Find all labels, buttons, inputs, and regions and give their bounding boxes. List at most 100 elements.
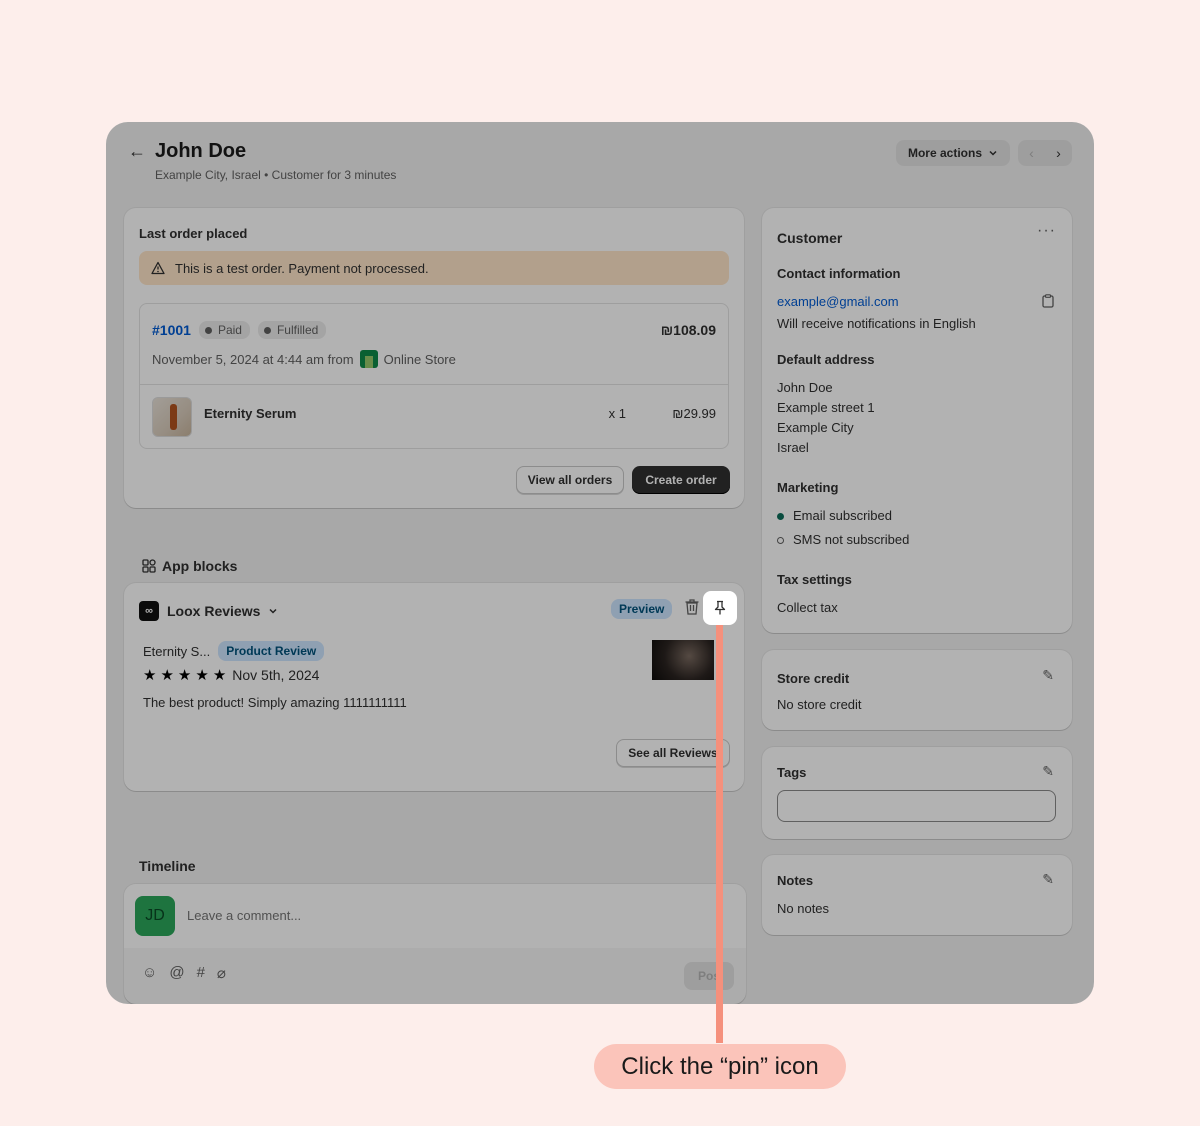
notes-card: Notes ✎ No notes [762, 855, 1072, 935]
notes-value: No notes [777, 901, 830, 916]
tags-card: Tags ✎ [762, 747, 1072, 839]
store-credit-value: No store credit [777, 697, 862, 712]
address-line: Example street 1 [777, 400, 875, 415]
order-total: ₪108.09 [660, 322, 716, 338]
marketing-title: Marketing [777, 480, 839, 495]
view-all-orders-button[interactable]: View all orders [516, 466, 624, 494]
subscribed-dot-icon [777, 513, 784, 520]
loox-logo-icon: ∞ [139, 601, 159, 621]
loox-reviews-block: ∞ Loox Reviews Preview Eternity S... Pro… [124, 583, 744, 791]
review-date: Nov 5th, 2024 [232, 667, 320, 683]
more-options-icon[interactable]: ··· [1037, 222, 1056, 240]
tags-input[interactable] [777, 790, 1056, 822]
loox-app-selector[interactable]: ∞ Loox Reviews [139, 601, 278, 621]
page-header: ← John Doe Example City, Israel • Custom… [128, 140, 1072, 190]
review-photo [652, 640, 714, 680]
last-order-title: Last order placed [139, 226, 248, 241]
see-all-reviews-button[interactable]: See all Reviews [616, 739, 730, 767]
previous-customer-icon[interactable]: ‹ [1018, 140, 1045, 166]
product-price: ₪29.99 [672, 406, 716, 421]
page-subtitle: Example City, Israel • Customer for 3 mi… [155, 168, 397, 182]
review-product: Eternity S... Product Review [143, 641, 325, 661]
email-marketing-status: Email subscribed [793, 508, 892, 523]
product-thumbnail [152, 397, 192, 437]
apps-icon [142, 559, 156, 573]
payment-status-badge: Paid [198, 321, 250, 339]
fulfillment-status-badge: Fulfilled [257, 321, 327, 339]
store-credit-card: Store credit ✎ No store credit [762, 650, 1072, 730]
more-actions-label: More actions [907, 146, 982, 160]
attachment-icon[interactable]: ⌀ [217, 964, 226, 982]
chevron-down-icon [269, 608, 277, 614]
review-product-name: Eternity S... [143, 643, 211, 659]
next-customer-icon[interactable]: › [1045, 140, 1072, 166]
fulfillment-status-label: Fulfilled [276, 323, 319, 337]
emoji-icon[interactable]: ☺ [142, 964, 157, 982]
back-arrow-icon[interactable]: ← [128, 142, 146, 160]
star-icon: ★ [177, 667, 192, 684]
test-order-banner: This is a test order. Payment not proces… [139, 251, 729, 285]
post-button[interactable]: Pos [684, 962, 734, 990]
sms-marketing-status: SMS not subscribed [793, 532, 910, 547]
warning-icon [151, 261, 165, 275]
address-line: Israel [777, 440, 809, 455]
customer-card: Customer ··· Contact information example… [762, 208, 1072, 633]
preview-badge: Preview [611, 599, 673, 619]
admin-window: ← John Doe Example City, Israel • Custom… [106, 122, 1094, 1004]
comment-tools: ☺ @ # ⌀ [142, 964, 226, 982]
contact-info-title: Contact information [777, 266, 901, 281]
last-order-card: Last order placed This is a test order. … [124, 208, 744, 508]
mention-icon[interactable]: @ [169, 964, 184, 982]
order-channel: Online Store [383, 351, 456, 367]
line-item: Eternity Serum x 1 ₪29.99 [152, 397, 716, 437]
star-rating: ★ ★ ★ ★ ★ Nov 5th, 2024 [143, 666, 319, 684]
app-name: Loox Reviews [167, 603, 261, 619]
callout-connector [716, 625, 723, 1043]
edit-pencil-icon[interactable]: ✎ [1042, 871, 1054, 888]
star-icon: ★ [143, 667, 157, 684]
store-credit-title: Store credit [777, 671, 850, 686]
default-address-title: Default address [777, 352, 875, 367]
page-title: John Doe [155, 140, 247, 162]
payment-status-label: Paid [217, 323, 242, 337]
more-actions-button[interactable]: More actions [895, 140, 1010, 166]
app-blocks-label: App blocks [162, 558, 238, 574]
address-line: John Doe [777, 380, 833, 395]
online-store-icon [359, 350, 378, 368]
review-type-badge: Product Review [218, 641, 325, 661]
customer-title: Customer [777, 230, 843, 246]
edit-pencil-icon[interactable]: ✎ [1042, 667, 1054, 684]
comment-input[interactable] [187, 908, 587, 923]
app-blocks-heading: App blocks [142, 558, 237, 574]
notes-title: Notes [777, 873, 814, 888]
not-subscribed-dot-icon [777, 537, 784, 544]
address-line: Example City [777, 420, 854, 435]
review-text: The best product! Simply amazing 1111111… [143, 695, 407, 710]
create-order-button[interactable]: Create order [632, 466, 730, 494]
product-quantity: x 1 [608, 406, 626, 421]
edit-pencil-icon[interactable]: ✎ [1042, 763, 1054, 780]
order-date: November 5, 2024 at 4:44 am from [152, 351, 354, 367]
tax-settings-title: Tax settings [777, 572, 852, 587]
star-icon: ★ [160, 667, 174, 684]
hashtag-icon[interactable]: # [197, 964, 205, 982]
email-link[interactable]: example@gmail.com [777, 294, 899, 309]
instruction-callout: Click the “pin” icon [594, 1044, 846, 1089]
copy-clipboard-icon[interactable] [1042, 294, 1054, 308]
order-number-link[interactable]: #1001 [152, 322, 191, 338]
product-name: Eternity Serum [204, 406, 297, 421]
customer-pager: ‹ › [1018, 140, 1072, 166]
chevron-down-icon [989, 150, 997, 156]
trash-icon[interactable] [684, 598, 700, 616]
star-icon: ★ [212, 667, 227, 684]
timeline-composer: JD ☺ @ # ⌀ Pos [124, 884, 746, 1004]
order-summary: #1001 Paid Fulfilled ₪108.09 November 5,… [139, 303, 729, 449]
tax-settings-value: Collect tax [777, 600, 838, 615]
pin-button[interactable] [703, 591, 737, 625]
timeline-heading: Timeline [139, 858, 196, 874]
avatar: JD [135, 896, 175, 936]
tags-title: Tags [777, 765, 807, 780]
pin-icon [714, 600, 726, 615]
notification-language: Will receive notifications in English [777, 316, 976, 331]
divider [140, 384, 728, 385]
